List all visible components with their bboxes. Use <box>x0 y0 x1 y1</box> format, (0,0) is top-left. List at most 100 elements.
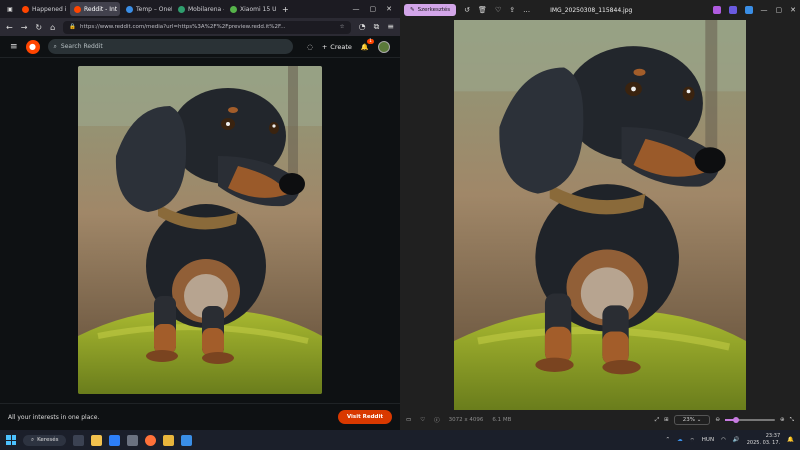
close-icon[interactable]: ✕ <box>386 5 392 13</box>
minimize-icon[interactable]: — <box>761 6 768 14</box>
search-icon: ⌕ <box>53 42 57 50</box>
forward-icon[interactable]: → <box>21 23 28 32</box>
chevron-up-icon[interactable]: ⌃ <box>666 437 671 443</box>
tab-label: Reddit - Int <box>84 5 118 13</box>
tab-favicon-icon <box>126 5 133 13</box>
image-dimensions: 3072 x 4096 <box>448 417 484 423</box>
tab-label: Happened i uf <box>32 5 68 13</box>
windows-start-icon[interactable] <box>6 435 16 445</box>
menu-icon[interactable]: ≡ <box>387 22 394 32</box>
browser-tab[interactable]: Temp – OneDr✕ <box>122 2 172 16</box>
task-view-icon[interactable] <box>73 434 85 446</box>
dog-photo[interactable] <box>78 66 322 394</box>
paint-app-icon[interactable] <box>712 6 721 14</box>
tab-favicon-icon <box>22 5 29 13</box>
zoom-in-icon[interactable]: ⊕ <box>780 417 785 423</box>
chat-icon[interactable]: ◌ <box>307 43 313 51</box>
cloud-icon[interactable]: ☁ <box>677 437 683 443</box>
tab-favicon-icon <box>178 5 185 13</box>
network-icon[interactable]: ⌔ <box>690 437 695 444</box>
zoom-slider[interactable] <box>724 417 775 423</box>
pocket-icon[interactable]: ◔ <box>359 22 366 32</box>
wifi-icon[interactable]: ◠ <box>721 437 726 443</box>
back-icon[interactable]: ← <box>6 23 13 32</box>
actual-size-icon[interactable]: ⊞ <box>664 417 669 423</box>
visit-reddit-button[interactable]: Visit Reddit <box>337 410 392 424</box>
fullscreen-icon[interactable]: ⤡ <box>790 417 794 424</box>
volume-icon[interactable]: 🔊 <box>733 437 740 443</box>
footer-tagline: All your interests in one place. <box>8 413 100 421</box>
zoom-out-icon[interactable]: ⊖ <box>715 417 720 423</box>
new-tab-button[interactable]: + <box>278 5 293 14</box>
search-placeholder: Search Reddit <box>60 43 103 50</box>
clock[interactable]: 23:37 2025. 03. 17. <box>747 433 780 447</box>
zoom-slider-knob[interactable] <box>733 417 740 423</box>
user-avatar[interactable] <box>378 40 390 53</box>
edit-icon: ✎ <box>410 7 415 13</box>
notifications-button[interactable]: 🔔 1 <box>360 38 374 51</box>
reload-icon[interactable]: ↻ <box>35 23 42 32</box>
create-button[interactable]: + Create <box>322 43 352 51</box>
rotate-icon[interactable]: ↺ <box>464 6 470 14</box>
tab-label: Mobilarena - T <box>188 5 224 13</box>
edit-label: Szerkesztés <box>417 7 451 13</box>
store-icon[interactable] <box>109 434 121 446</box>
create-label: Create <box>330 42 352 51</box>
large-photo[interactable] <box>454 20 746 410</box>
zoom-level-dropdown[interactable]: 23% ⌄ <box>673 415 711 425</box>
hamburger-icon[interactable]: ≡ <box>10 42 18 52</box>
image-filesize: 6.1 MB <box>492 417 512 423</box>
photos-status-bar: ▭ ♡ ⓘ 3072 x 4096 6.1 MB ⤢ ⊞ 23% ⌄ ⊖ ⊕ ⤡ <box>400 410 800 430</box>
reddit-logo-icon[interactable]: ● <box>25 39 40 54</box>
taskbar: ⌕ Keresés ⌃ ☁ ⌔ HUN ◠ 🔊 23:37 2025. 03. … <box>0 430 800 450</box>
search-icon: ⌕ <box>31 436 35 443</box>
favorite-status-icon[interactable]: ♡ <box>420 417 425 423</box>
settings-icon[interactable] <box>127 434 139 446</box>
close-icon[interactable]: ✕ <box>790 6 796 14</box>
bookmark-star-icon[interactable]: ☆ <box>340 24 345 30</box>
dachshund-image <box>78 66 322 394</box>
tab-label: Temp – OneDr <box>136 5 172 13</box>
taskbar-search[interactable]: ⌕ Keresés <box>23 434 67 446</box>
extensions-icon[interactable]: ⧉ <box>374 22 380 32</box>
clock-date: 2025. 03. 17. <box>746 440 781 446</box>
reddit-search-input[interactable]: ⌕ Search Reddit <box>47 39 293 54</box>
url-text: https://www.reddit.com/media?url=https%3… <box>80 24 286 30</box>
maximize-icon[interactable]: ▢ <box>776 6 783 14</box>
share-icon[interactable]: ⇪ <box>509 6 515 14</box>
fit-icon[interactable]: ⤢ <box>655 417 659 424</box>
browser-tab[interactable]: Xiaomi 15 Ultr✕ <box>226 2 276 16</box>
delete-icon[interactable]: 🗑 <box>478 6 487 14</box>
info-icon[interactable]: ⓘ <box>434 416 440 424</box>
zoom-level: 23% <box>682 417 696 423</box>
maximize-icon[interactable]: ▢ <box>370 5 377 13</box>
clock-time: 23:37 <box>765 433 781 439</box>
plus-icon: + <box>321 42 328 51</box>
file-explorer-icon[interactable] <box>91 434 103 446</box>
firefox-icon[interactable] <box>145 434 157 446</box>
language-indicator[interactable]: HUN <box>702 437 714 443</box>
edit-button[interactable]: ✎ Szerkesztés <box>404 4 457 16</box>
photos-app-icon[interactable] <box>181 434 193 446</box>
desktop: ▣ Happened i uf✕Reddit - Int✕Temp – OneD… <box>0 0 800 450</box>
more-icon[interactable]: … <box>523 6 530 14</box>
taskbar-search-label: Keresés <box>37 437 59 443</box>
clipchamp-icon[interactable] <box>728 6 737 14</box>
favorite-icon[interactable]: ♡ <box>495 6 501 14</box>
browser-tab[interactable]: Mobilarena - T✕ <box>174 2 224 16</box>
address-bar[interactable]: 🔒 https://www.reddit.com/media?url=https… <box>63 20 351 34</box>
browser-tab[interactable]: Reddit - Int✕ <box>70 2 120 16</box>
bell-icon: 🔔 <box>360 42 369 51</box>
zoom-controls: ⤢ ⊞ 23% ⌄ ⊖ ⊕ ⤡ <box>655 415 794 425</box>
folder-icon[interactable] <box>163 434 175 446</box>
tab-favicon-icon <box>230 5 237 13</box>
notification-center-icon[interactable]: 🔔 <box>787 437 794 443</box>
firefox-view-icon[interactable]: ▣ <box>4 6 16 13</box>
reddit-header: ≡ ● ⌕ Search Reddit ◌ + Create 🔔 1 <box>0 36 400 58</box>
filmstrip-icon[interactable]: ▭ <box>406 417 411 423</box>
home-icon[interactable]: ⌂ <box>50 23 55 32</box>
tab-favicon-icon <box>74 5 81 13</box>
browser-tab[interactable]: Happened i uf✕ <box>18 2 68 16</box>
onedrive-icon[interactable] <box>744 6 753 14</box>
minimize-icon[interactable]: — <box>353 5 360 13</box>
